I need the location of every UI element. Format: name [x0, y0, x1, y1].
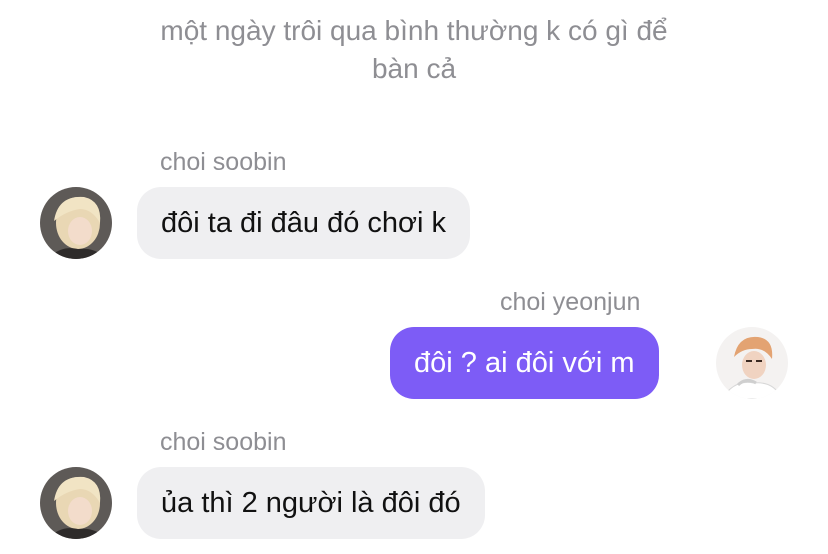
avatar-yeonjun-icon[interactable]: [716, 327, 788, 399]
message-text: đôi ta đi đâu đó chơi k: [161, 206, 447, 239]
message-text: đôi ? ai đôi với m: [414, 346, 635, 379]
sender-name: choi soobin: [160, 428, 287, 456]
sender-name: choi yeonjun: [500, 288, 641, 316]
message-bubble-incoming[interactable]: đôi ta đi đâu đó chơi k: [137, 187, 471, 259]
message-bubble-incoming[interactable]: ủa thì 2 người là đôi đó: [137, 467, 485, 539]
avatar-soobin-icon[interactable]: [40, 187, 112, 259]
message-text: ủa thì 2 người là đôi đó: [161, 486, 461, 519]
message-bubble-outgoing[interactable]: đôi ? ai đôi với m: [390, 327, 659, 399]
avatar-soobin-icon[interactable]: [40, 467, 112, 539]
sender-name: choi soobin: [160, 148, 287, 176]
system-message-line-2: bàn cả: [371, 53, 457, 84]
system-message: một ngày trôi qua bình thường k có gì để…: [104, 12, 724, 88]
system-message-line-1: một ngày trôi qua bình thường k có gì để: [160, 15, 668, 46]
